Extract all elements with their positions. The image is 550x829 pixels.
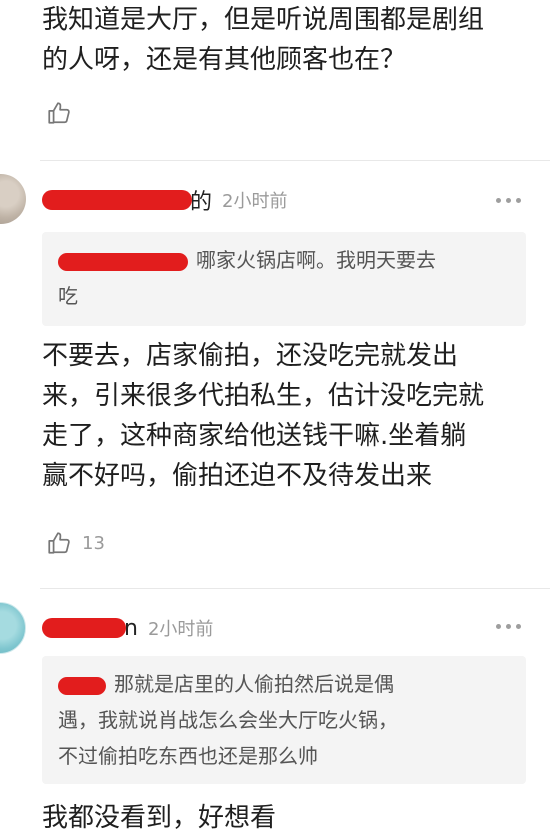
avatar[interactable] [0,602,26,654]
redacted-username[interactable] [42,190,192,210]
comment-body-line: 我都没看到，好想看 [42,803,277,829]
comment-timestamp: 2小时前 [147,619,214,640]
more-options-icon[interactable] [496,622,524,630]
quoted-text: 哪家火锅店啊。我明天要去 [196,248,436,272]
comment-divider [40,588,550,589]
comment-body: 我都没看到，好想看 [42,798,542,829]
quoted-text: 遇，我就说肖战怎么会坐大厅吃火锅， [58,708,398,732]
comment-body: 不要去，店家偷拍，还没吃完就发出 来，引来很多代拍私生，估计没吃完就 走了，这种… [42,336,542,496]
quoted-reply: 哪家火锅店啊。我明天要去 吃 [42,232,526,326]
previous-comment-body: 我知道是大厅，但是听说周围都是剧组 的人呀，还是有其他顾客也在？ [42,0,532,80]
like-icon[interactable] [46,530,72,556]
more-options-icon[interactable] [496,196,524,204]
comment-divider [40,160,550,161]
previous-comment-line: 我知道是大厅，但是听说周围都是剧组 [42,5,485,35]
previous-comment-line: 的人呀，还是有其他顾客也在？ [42,45,407,75]
redacted-username[interactable] [42,618,126,638]
username-tail: 的 [190,190,213,215]
like-count: 13 [82,532,105,554]
comment-header: 的 2小时前 [42,183,287,217]
quoted-reply: 那就是店里的人偷拍然后说是偶 遇，我就说肖战怎么会坐大厅吃火锅， 不过偷拍吃东西… [42,656,526,784]
comment-body-line: 赢不好吗，偷拍还迫不及待发出来 [42,461,433,491]
comment-body-line: 走了，这种商家给他送钱干嘛.坐着躺 [42,421,467,451]
comment-header: n 2小时前 [42,611,213,645]
comment-timestamp: 2小时前 [222,191,288,212]
quoted-text: 不过偷拍吃东西也还是那么帅 [58,744,318,768]
like-button[interactable]: 13 [46,530,105,556]
comment-thread: 我知道是大厅，但是听说周围都是剧组 的人呀，还是有其他顾客也在？ 的 2小时前 … [0,0,550,829]
redacted-quoted-username[interactable] [58,676,106,695]
comment-body-line: 来，引来很多代拍私生，估计没吃完就 [42,381,485,411]
username-tail: n [124,615,138,641]
quoted-text: 吃 [58,284,78,308]
redacted-quoted-username[interactable] [58,252,188,271]
comment-body-line: 不要去，店家偷拍，还没吃完就发出 [42,341,459,371]
quoted-text: 那就是店里的人偷拍然后说是偶 [114,672,394,696]
like-icon[interactable] [46,100,72,126]
avatar[interactable] [0,174,26,224]
